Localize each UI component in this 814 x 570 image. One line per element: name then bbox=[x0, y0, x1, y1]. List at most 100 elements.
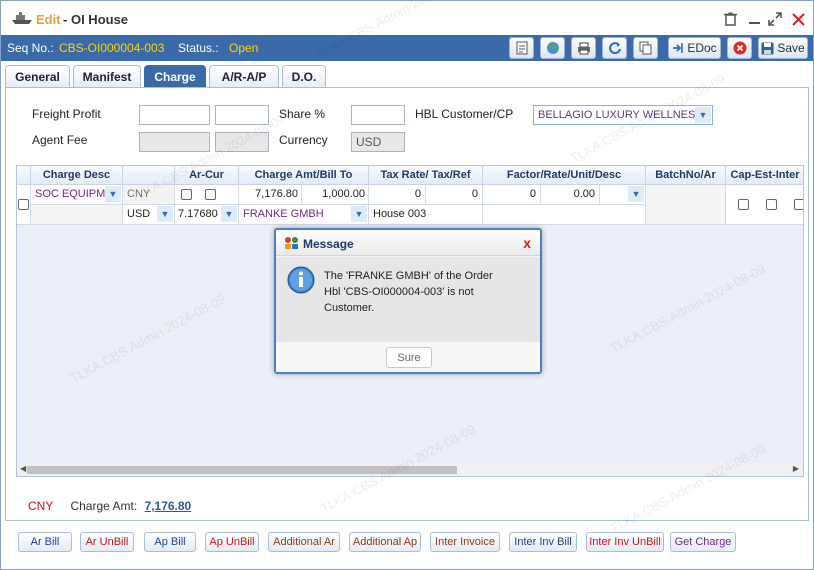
currency-label: Currency bbox=[279, 133, 328, 147]
rate-cell[interactable]: 0.00 bbox=[541, 185, 600, 205]
dialog-header: Message x bbox=[276, 230, 540, 256]
share-input[interactable] bbox=[351, 105, 405, 125]
edoc-icon bbox=[673, 43, 684, 53]
sure-button[interactable]: Sure bbox=[386, 347, 432, 368]
refresh-icon bbox=[608, 42, 621, 55]
hbl-customer-value: BELLAGIO LUXURY WELLNES bbox=[538, 109, 696, 121]
ap-bill-button[interactable]: Ap Bill bbox=[144, 532, 196, 552]
ref-cell[interactable]: House 003 bbox=[369, 205, 483, 225]
tab-charge[interactable]: Charge bbox=[144, 65, 206, 87]
trash-icon[interactable] bbox=[722, 11, 738, 27]
scroll-right-icon[interactable]: ▶ bbox=[793, 464, 799, 473]
tab-strip: General Manifest Charge A/R-A/P D.O. bbox=[1, 61, 813, 87]
document-button[interactable] bbox=[509, 37, 534, 59]
grid-header-select bbox=[17, 166, 31, 185]
save-label: Save bbox=[777, 41, 805, 55]
edit-label: Edit bbox=[36, 12, 61, 27]
summary-label: Charge Amt: bbox=[70, 499, 138, 513]
summary-currency: CNY bbox=[28, 499, 54, 513]
ap-unbill-button[interactable]: Ap UnBill bbox=[205, 532, 259, 552]
charge-amt-cell[interactable]: 7,176.80 bbox=[239, 185, 302, 205]
additional-ap-button[interactable]: Additional Ap bbox=[349, 532, 421, 552]
get-charge-button[interactable]: Get Charge bbox=[670, 532, 736, 552]
tax-cell[interactable]: 0 bbox=[426, 185, 483, 205]
minimize-icon[interactable] bbox=[746, 11, 762, 27]
grid-header-batch: BatchNo/Ar bbox=[646, 166, 726, 185]
seq-value: CBS-OI000004-003 bbox=[59, 41, 165, 55]
inter-invoice-button[interactable]: Inter Invoice bbox=[430, 532, 500, 552]
flag-checkbox-1[interactable] bbox=[181, 189, 192, 200]
dialog-body: The 'FRANKE GMBH' of the Order Hbl 'CBS-… bbox=[276, 257, 540, 342]
ship-icon bbox=[12, 12, 32, 24]
ex-rate-select[interactable]: 7.17680 ▼ bbox=[175, 205, 239, 225]
additional-ar-button[interactable]: Additional Ar bbox=[268, 532, 340, 552]
status-value: Open bbox=[229, 41, 259, 55]
charge-desc-select[interactable]: SOC EQUIPM ▼ bbox=[31, 185, 123, 205]
maximize-icon[interactable] bbox=[767, 11, 783, 27]
inter-checkbox[interactable] bbox=[794, 199, 803, 210]
flag-checkbox-2[interactable] bbox=[205, 189, 216, 200]
share-label: Share % bbox=[279, 107, 326, 121]
ar-cur-cell: CNY bbox=[123, 185, 175, 205]
freight-profit-input-2[interactable] bbox=[215, 105, 269, 125]
inter-inv-unbill-button[interactable]: Inter Inv UnBill bbox=[586, 532, 664, 552]
scroll-left-icon[interactable]: ◀ bbox=[20, 464, 26, 473]
bill-to-select[interactable]: FRANKE GMBH ▼ bbox=[239, 205, 369, 225]
tab-ar-ap[interactable]: A/R-A/P bbox=[209, 65, 279, 87]
agent-fee-input-2 bbox=[215, 132, 269, 152]
refresh-button[interactable] bbox=[602, 37, 627, 59]
copy-icon bbox=[639, 41, 652, 55]
copy-button[interactable] bbox=[633, 37, 658, 59]
summary-value[interactable]: 7,176.80 bbox=[145, 499, 192, 513]
est-checkbox[interactable] bbox=[766, 199, 777, 210]
grid-header-ar-cur: Ar-Cur bbox=[175, 166, 239, 185]
print-button[interactable] bbox=[571, 37, 596, 59]
globe-button[interactable] bbox=[540, 37, 565, 59]
edoc-label: EDoc bbox=[687, 41, 717, 55]
cancel-icon bbox=[733, 41, 746, 55]
ar-unbill-button[interactable]: Ar UnBill bbox=[80, 532, 134, 552]
row-checkbox[interactable] bbox=[18, 199, 29, 210]
tab-general[interactable]: General bbox=[5, 65, 70, 87]
cap-checkbox[interactable] bbox=[738, 199, 749, 210]
edoc-button[interactable]: EDoc bbox=[668, 37, 721, 59]
title-bar: Edit - OI House bbox=[1, 1, 813, 35]
horizontal-scrollbar[interactable]: ◀ ▶ bbox=[17, 463, 803, 476]
window-title: - OI House bbox=[63, 12, 129, 27]
agent-fee-label: Agent Fee bbox=[32, 133, 88, 147]
info-icon bbox=[287, 266, 315, 294]
dialog-message: The 'FRANKE GMBH' of the Order Hbl 'CBS-… bbox=[324, 270, 493, 314]
currency-select[interactable]: USD ▼ bbox=[123, 205, 175, 225]
save-button[interactable]: Save bbox=[758, 37, 808, 59]
grid-header-cap: Cap-Est-Inter bbox=[726, 166, 803, 185]
close-icon[interactable] bbox=[790, 11, 806, 27]
users-icon bbox=[285, 237, 298, 249]
hbl-customer-select[interactable]: BELLAGIO LUXURY WELLNES ▼ bbox=[533, 105, 713, 125]
currency-input: USD bbox=[351, 132, 405, 152]
print-icon bbox=[577, 42, 590, 54]
edit-window: Edit - OI House Seq No.: CBS-OI000004-00… bbox=[0, 0, 814, 570]
chevron-down-icon: ▼ bbox=[351, 206, 367, 222]
grid-header-charge-desc: Charge Desc bbox=[31, 166, 123, 185]
inter-inv-bill-button[interactable]: Inter Inv Bill bbox=[509, 532, 577, 552]
tab-do[interactable]: D.O. bbox=[282, 65, 326, 87]
desc-cell[interactable] bbox=[483, 205, 646, 225]
chevron-down-icon: ▼ bbox=[157, 206, 173, 222]
freight-profit-input[interactable] bbox=[139, 105, 210, 125]
ar-bill-button[interactable]: Ar Bill bbox=[18, 532, 72, 552]
tax-rate-cell[interactable]: 0 bbox=[369, 185, 426, 205]
row-select-cell bbox=[17, 185, 31, 225]
seq-label: Seq No.: bbox=[7, 41, 54, 55]
flag-cells bbox=[175, 185, 239, 205]
dialog-close-icon[interactable]: x bbox=[523, 235, 531, 251]
cancel-button[interactable] bbox=[727, 37, 752, 59]
unit-select[interactable]: ▼ bbox=[600, 185, 646, 205]
factor-cell[interactable]: 0 bbox=[483, 185, 541, 205]
cap-est-cell bbox=[726, 185, 803, 225]
tab-manifest[interactable]: Manifest bbox=[73, 65, 141, 87]
hbl-customer-label: HBL Customer/CP bbox=[415, 107, 514, 121]
bill-amt-cell[interactable]: 1,000.00 bbox=[302, 185, 369, 205]
document-icon bbox=[516, 41, 527, 55]
scroll-thumb[interactable] bbox=[27, 466, 457, 474]
batch-cell bbox=[646, 185, 726, 225]
